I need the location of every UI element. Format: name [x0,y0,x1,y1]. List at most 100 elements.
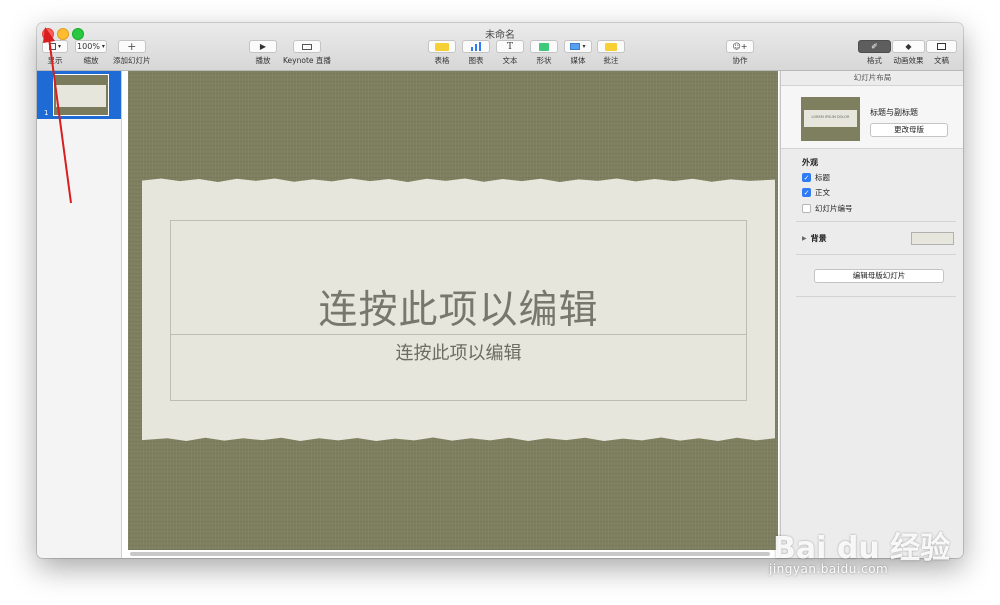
paintbrush-icon: ✐ [871,42,878,51]
zoom-tool[interactable]: 100% ▾ 缩放 [75,40,107,66]
chart-label: 图表 [468,56,484,65]
zoom-select[interactable]: 100% ▾ [75,40,107,53]
thumbnail-paper [56,85,106,107]
background-color-well[interactable] [911,232,954,245]
keynote-live-button[interactable] [292,40,321,53]
slide-thumbnail-image [53,74,109,116]
comment-icon [605,42,617,51]
format-button[interactable]: ✐ [858,40,891,53]
chevron-down-icon: ▾ [582,43,586,50]
view-tool[interactable]: ▾ 显示 [42,40,68,66]
text-icon: T [506,41,513,52]
edit-master-slides-button[interactable]: 编辑母版幻灯片 [814,269,944,283]
shape-icon [539,42,549,51]
add-slide-tool[interactable]: + 添加幻灯片 [113,40,151,66]
table-button[interactable] [428,40,456,53]
slide-thumbnail-1[interactable]: 1 [37,71,121,119]
table-label: 表格 [434,56,450,65]
text-label: 文本 [502,56,518,65]
title-option-label: 标题 [815,173,830,182]
animate-label: 动画效果 [893,56,924,65]
divider [796,296,956,297]
slide-number-checkbox[interactable] [802,204,811,213]
title-option[interactable]: ✓ 标题 [802,172,830,183]
appearance-heading: 外观 [802,158,818,167]
change-master-button[interactable]: 更改母版 [870,123,948,137]
subtitle-placeholder[interactable]: 连按此项以编辑 [170,335,747,401]
media-button[interactable]: ▾ [564,40,592,53]
collaborate-tool[interactable]: ☺+ 协作 [726,40,754,66]
format-inspector: 幻灯片布局 LOREM IPSUM DOLOR 标题与副标题 更改母版 外观 ✓… [780,71,963,558]
shape-tool[interactable]: 形状 [530,40,558,66]
chart-tool[interactable]: 图表 [462,40,490,66]
comment-tool[interactable]: 批注 [597,40,625,66]
add-slide-button[interactable]: + [117,39,146,53]
inspector-header: 幻灯片布局 [781,71,963,86]
animate-icon: ◆ [905,42,912,51]
background-disclosure[interactable]: ▶ 背景 [802,233,827,244]
collaborate-button[interactable]: ☺+ [726,40,754,53]
chevron-down-icon: ▾ [101,43,105,50]
layout-section: LOREM IPSUM DOLOR 标题与副标题 更改母版 [781,86,963,149]
play-icon: ▶ [259,42,267,51]
keynote-live-label: Keynote 直播 [283,56,331,65]
title-checkbox[interactable]: ✓ [802,173,811,182]
layout-thumbnail-paper: LOREM IPSUM DOLOR [804,110,857,127]
zoom-label: 缩放 [83,56,99,65]
slide-navigator: 1 [37,71,122,558]
view-icon [48,43,56,50]
document-label: 文稿 [934,56,949,65]
animate-tool[interactable]: ◆ 动画效果 [892,40,925,66]
slide-number-option[interactable]: 幻灯片编号 [802,203,853,214]
watermark-logo: Bai du 经验 [773,531,951,566]
slide-canvas: 连按此项以编辑 连按此项以编辑 [122,71,779,558]
document-button[interactable] [926,40,957,53]
keynote-window: 未命名 ▾ 显示 100% ▾ 缩放 + 添加幻灯片 ▶ 播放 Keynote … [37,23,963,558]
text-tool[interactable]: T 文本 [496,40,524,66]
play-label: 播放 [255,56,271,65]
animate-button[interactable]: ◆ [892,40,925,53]
chevron-down-icon: ▾ [57,43,61,50]
comment-button[interactable] [597,40,625,53]
horizontal-scrollbar[interactable] [130,552,770,556]
play-tool[interactable]: ▶ 播放 [249,40,277,66]
shape-label: 形状 [536,56,552,65]
collaborate-icon: ☺+ [732,42,748,51]
layout-name: 标题与副标题 [870,108,918,117]
media-tool[interactable]: ▾ 媒体 [564,40,592,66]
toolbar: 未命名 ▾ 显示 100% ▾ 缩放 + 添加幻灯片 ▶ 播放 Keynote … [37,23,963,71]
body-checkbox[interactable]: ✓ [802,188,811,197]
table-tool[interactable]: 表格 [428,40,456,66]
view-label: 显示 [47,56,63,65]
keynote-live-tool[interactable]: Keynote 直播 [283,40,331,66]
keynote-live-icon [301,43,312,50]
format-label: 格式 [867,56,882,65]
media-icon [570,43,581,50]
play-button[interactable]: ▶ [249,40,277,53]
divider [796,221,956,222]
shape-button[interactable] [530,40,558,53]
slide-subtitle[interactable]: 连按此项以编辑 [171,339,746,365]
divider [796,254,956,255]
slide-title[interactable]: 连按此项以编辑 [171,279,746,335]
comment-label: 批注 [603,56,619,65]
slide-number: 1 [44,109,49,117]
text-button[interactable]: T [496,40,524,53]
disclosure-triangle-icon: ▶ [802,235,807,242]
slide[interactable]: 连按此项以编辑 连按此项以编辑 [128,71,778,550]
format-tool[interactable]: ✐ 格式 [858,40,891,66]
zoom-value: 100% [77,42,100,51]
plus-icon: + [127,39,137,53]
chart-button[interactable] [462,40,490,53]
table-icon [435,42,449,51]
background-label: 背景 [810,234,827,243]
document-tool[interactable]: 文稿 [926,40,957,66]
title-placeholder[interactable]: 连按此项以编辑 [170,220,747,335]
document-icon [937,43,946,50]
body-option-label: 正文 [815,188,830,197]
view-button[interactable]: ▾ [42,40,68,53]
baidu-watermark: Bai du 经验 jingyan.baidu.com [765,495,965,585]
body-option[interactable]: ✓ 正文 [802,187,830,198]
slide-number-option-label: 幻灯片编号 [815,204,853,213]
layout-thumbnail[interactable]: LOREM IPSUM DOLOR [801,97,860,141]
